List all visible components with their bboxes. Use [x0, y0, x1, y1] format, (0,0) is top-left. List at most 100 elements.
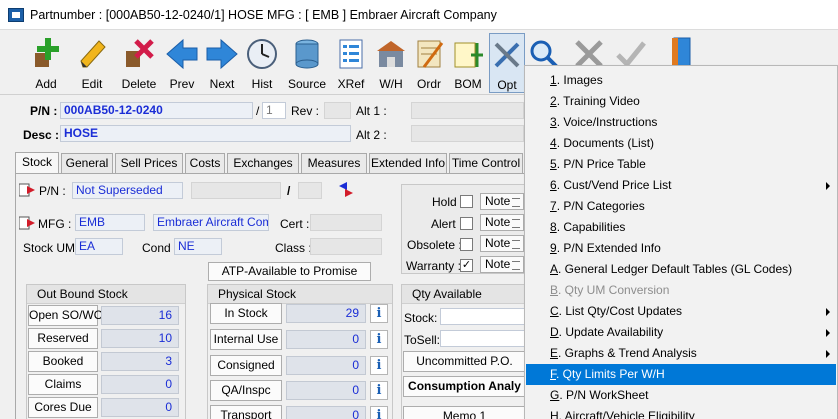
pn-label: P/N : [30, 104, 58, 118]
alert-note-button[interactable]: Note [480, 214, 524, 231]
menu-item-list-qty-cost-updates[interactable]: C. List Qty/Cost Updates [526, 301, 836, 322]
in-stock-button[interactable]: In Stock [210, 303, 282, 324]
uncommitted-po-button[interactable]: Uncommitted P.O. [403, 351, 526, 372]
tab-general[interactable]: General [61, 153, 113, 173]
desc-field[interactable]: HOSE [60, 125, 351, 142]
cert-field[interactable] [310, 214, 382, 231]
qa-inspc-info-icon[interactable]: i [370, 381, 388, 400]
menu-item-qty-limits-per-wh[interactable]: F. Qty Limits Per W/H [526, 364, 836, 385]
warranty-note-button[interactable]: Note [480, 256, 524, 273]
delete-button[interactable]: Delete [118, 33, 160, 93]
title-bar: Partnumber : [000AB50-12-0240/1] HOSE MF… [0, 0, 838, 30]
alt1-field[interactable] [411, 102, 524, 119]
mfg-arrow-icon[interactable] [19, 216, 37, 230]
superseded-rev-field[interactable] [298, 182, 322, 199]
menu-item-aircraft-vehicle-eligibility[interactable]: H. Aircraft/Vehicle Eligibility [526, 406, 836, 419]
menu-item-cust-vend-price-list[interactable]: 6. Cust/Vend Price List [526, 175, 836, 196]
in-stock-info-icon[interactable]: i [370, 304, 388, 323]
open-so-wo-button[interactable]: Open SO/WO [28, 305, 103, 326]
alt2-field[interactable] [411, 125, 524, 142]
internal-use-value: 0 [286, 330, 366, 349]
transport-info-icon[interactable]: i [370, 406, 388, 419]
booked-value: 3 [101, 352, 179, 371]
menu-item-graphs-trend-analysis[interactable]: E. Graphs & Trend Analysis [526, 343, 836, 364]
tab-sell-prices[interactable]: Sell Prices [115, 153, 183, 173]
atp-button[interactable]: ATP-Available to Promise [208, 262, 371, 281]
consigned-info-icon[interactable]: i [370, 356, 388, 375]
add-icon [35, 38, 59, 67]
transport-value: 0 [286, 406, 366, 419]
pn-field[interactable]: 000AB50-12-0240 [60, 102, 253, 119]
superseded-suffix-field[interactable] [191, 182, 281, 199]
rev-field[interactable] [324, 102, 351, 119]
hold-checkbox[interactable] [460, 195, 473, 208]
qa-inspc-button[interactable]: QA/Inspc [210, 380, 282, 401]
menu-item-documents[interactable]: 4. Documents (List) [526, 133, 836, 154]
stock-slash: / [287, 184, 291, 198]
qty-tosell-label: ToSell: [404, 333, 441, 347]
internal-use-info-icon[interactable]: i [370, 330, 388, 349]
menu-item-capabilities[interactable]: 8. Capabilities [526, 217, 836, 238]
stock-um-label: Stock UM [23, 241, 76, 255]
tab-measures[interactable]: Measures [301, 153, 367, 173]
menu-item-pn-price-table[interactable]: 5. P/N Price Table [526, 154, 836, 175]
obsolete-note-button[interactable]: Note [480, 235, 524, 252]
menu-item-pn-worksheet[interactable]: G. P/N WorkSheet [526, 385, 836, 406]
menu-item-gl-default-tables[interactable]: A. General Ledger Default Tables (GL Cod… [526, 259, 836, 280]
consumption-analysis-button[interactable]: Consumption Analy [403, 376, 526, 397]
add-button[interactable]: Add [26, 33, 66, 93]
cores-due-button[interactable]: Cores Due [28, 397, 98, 418]
transport-button[interactable]: Transport [210, 405, 282, 419]
obsolete-checkbox[interactable] [460, 238, 473, 251]
qty-stock-label: Stock: [404, 311, 438, 325]
qty-stock-field[interactable] [440, 308, 526, 325]
mfg-name-field[interactable]: Embraer Aircraft Compa [153, 214, 269, 231]
booked-button[interactable]: Booked [28, 351, 98, 372]
source-button[interactable]: Source [285, 33, 329, 93]
tab-extended-info[interactable]: Extended Info [369, 153, 447, 173]
memo-button[interactable]: Memo 1 [403, 406, 526, 419]
rev-label: Rev : [291, 104, 320, 118]
pn-arrow-icon[interactable] [19, 183, 37, 197]
bom-button[interactable]: BOM [449, 33, 487, 93]
warranty-checkbox[interactable]: ✓ [460, 259, 473, 272]
superseded-field[interactable]: Not Superseded [72, 182, 183, 199]
menu-item-pn-categories[interactable]: 7. P/N Categories [526, 196, 836, 217]
orders-button[interactable]: Ordr [410, 33, 448, 93]
qty-tosell-field[interactable] [440, 330, 526, 347]
menu-item-voice-instructions[interactable]: 3. Voice/Instructions [526, 112, 836, 133]
warehouse-button[interactable]: W/H [372, 33, 410, 93]
tab-time-control[interactable]: Time Control [449, 153, 523, 173]
stock-um-field[interactable]: EA [75, 238, 123, 255]
hold-note-button[interactable]: Note [480, 193, 524, 210]
reserved-value: 10 [101, 329, 179, 348]
tab-stock[interactable]: Stock [15, 152, 59, 173]
menu-item-training-video[interactable]: 2. Training Video [526, 91, 836, 112]
edit-button[interactable]: Edit [72, 33, 112, 93]
tab-costs[interactable]: Costs [185, 153, 225, 173]
submenu-arrow-icon [826, 308, 830, 316]
cond-label: Cond : [142, 241, 178, 255]
next-button[interactable]: Next [203, 33, 241, 93]
cond-field[interactable]: NE [174, 238, 222, 255]
cores-due-value: 0 [101, 398, 179, 417]
xref-button[interactable]: XRef [332, 33, 370, 93]
alert-checkbox[interactable] [460, 217, 473, 230]
hist-button[interactable]: Hist [243, 33, 281, 93]
class-field[interactable] [310, 238, 382, 255]
menu-item-images[interactable]: 1. Images [526, 70, 836, 91]
alt1-label: Alt 1 : [356, 104, 387, 118]
mfg-code-field[interactable]: EMB [75, 214, 145, 231]
tab-exchanges[interactable]: Exchanges [227, 153, 299, 173]
options-button[interactable]: Opt [489, 33, 525, 93]
consigned-button[interactable]: Consigned [210, 355, 282, 376]
reserved-button[interactable]: Reserved [28, 328, 98, 349]
claims-button[interactable]: Claims [28, 374, 98, 395]
menu-item-pn-extended-info[interactable]: 9. P/N Extended Info [526, 238, 836, 259]
swap-icon[interactable] [337, 181, 355, 198]
internal-use-button[interactable]: Internal Use [210, 329, 282, 350]
menu-item-update-availability[interactable]: D. Update Availability [526, 322, 836, 343]
pn-suffix-field[interactable]: 1 [262, 102, 286, 119]
prev-button[interactable]: Prev [163, 33, 201, 93]
exit-door-icon[interactable] [664, 35, 698, 69]
